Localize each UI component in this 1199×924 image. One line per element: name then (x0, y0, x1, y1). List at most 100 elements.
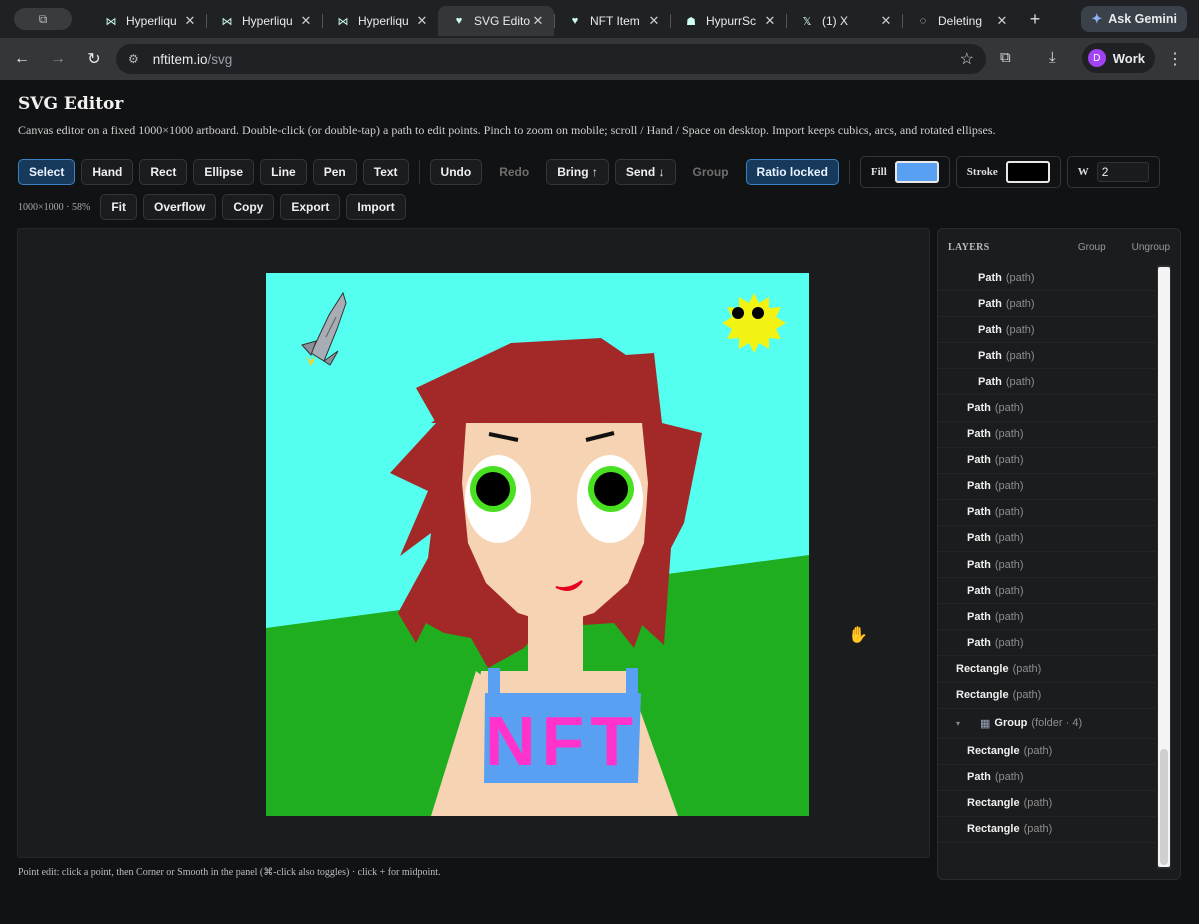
send-backward-button[interactable]: Send ↓ (614, 159, 676, 185)
copy-button[interactable]: Copy (222, 194, 275, 220)
layer-row[interactable]: Path (path) (938, 578, 1158, 605)
close-tab-icon[interactable]: ✕ (530, 13, 546, 29)
export-button[interactable]: Export (280, 194, 341, 220)
back-button[interactable]: ← (8, 45, 36, 73)
tool-select-button[interactable]: Select (18, 159, 76, 185)
layer-group-row[interactable]: ▾ ▦ Group (folder · 4) (938, 709, 1158, 739)
layers-ungroup-button[interactable]: Ungroup (1132, 242, 1170, 253)
layer-row[interactable]: Path (path) (938, 422, 1158, 448)
close-tab-icon[interactable]: ✕ (298, 13, 314, 29)
tool-hand-button[interactable]: Hand (81, 159, 134, 185)
browser-tab[interactable]: ♥ NFT Item ✕ (554, 6, 670, 36)
toolbar-divider (848, 160, 850, 184)
browser-tab[interactable]: ◌ Deleting ✕ (902, 6, 1018, 36)
layer-row[interactable]: Path (path) (938, 630, 1158, 657)
redo-button[interactable]: Redo (488, 159, 540, 185)
canvas-stage[interactable]: NFT ✋ (17, 228, 930, 858)
collapse-caret-icon[interactable]: ▾ (956, 719, 980, 728)
layer-row[interactable]: Rectangle (path) (938, 739, 1158, 765)
download-icon[interactable]: ⤓ (1049, 49, 1056, 66)
ratio-locked-button[interactable]: Ratio locked (745, 159, 839, 185)
group-button[interactable]: Group (682, 159, 740, 185)
tool-pen-button[interactable]: Pen (312, 159, 357, 185)
layer-row[interactable]: Path (path) (938, 474, 1158, 500)
layer-type: (path) (994, 454, 1024, 467)
extensions-icon[interactable]: ⧉ (1000, 49, 1011, 66)
layer-row[interactable]: Path (path) (938, 395, 1158, 422)
close-tab-icon[interactable]: ✕ (182, 13, 198, 29)
layer-row[interactable]: Path (path) (938, 500, 1158, 526)
left-pupil[interactable] (476, 472, 510, 506)
address-bar[interactable]: ⚙ nftitem.io/svg ☆ (116, 44, 986, 74)
tab-title: Hyperliqu (358, 14, 409, 28)
tab-title: SVG Edito (474, 14, 530, 28)
layer-row[interactable]: Path (path) (938, 526, 1158, 553)
layer-row[interactable]: Path (path) (938, 265, 1158, 292)
layer-list: Path (path) Path (path) Path (path) Path (path)… (938, 265, 1158, 843)
nft-badge-text[interactable]: NFT (485, 702, 639, 780)
reload-button[interactable]: ↻ (80, 45, 108, 73)
browser-tab-strip: ⧉ ⋈ Hyperliqu ✕ ⋈ Hyperliqu ✕ ⋈ Hyperliqu ✕ ♥ SVG … (0, 0, 1199, 38)
layer-row[interactable]: Path (path) (938, 765, 1158, 791)
tool-rect-button[interactable]: Rect (139, 159, 188, 185)
layer-row[interactable]: Rectangle (path) (938, 817, 1158, 843)
import-button[interactable]: Import (346, 194, 406, 220)
layer-row[interactable]: Path (path) (938, 552, 1158, 579)
right-pupil[interactable] (594, 472, 628, 506)
browser-tab[interactable]: ⋈ Hyperliqu ✕ (90, 6, 206, 36)
browser-tab[interactable]: ⋈ Hyperliqu ✕ (206, 6, 322, 36)
sun-eye-right[interactable] (752, 307, 764, 319)
fill-color-swatch[interactable] (894, 161, 939, 183)
close-tab-icon[interactable]: ✕ (646, 13, 662, 29)
layer-row[interactable]: Path (path) (938, 604, 1158, 631)
profile-avatar: D (1087, 49, 1106, 67)
browser-tab[interactable]: ☗ HypurrSc ✕ (670, 6, 786, 36)
bookmark-star-icon[interactable]: ☆ (960, 49, 974, 69)
forward-button[interactable]: → (44, 45, 72, 73)
close-tab-icon[interactable]: ✕ (762, 13, 778, 29)
site-settings-icon[interactable]: ⚙ (128, 52, 139, 66)
new-tab-button[interactable]: + (1022, 9, 1048, 30)
sun-eye-left[interactable] (732, 307, 744, 319)
undo-button[interactable]: Undo (429, 159, 483, 185)
profile-button[interactable]: D Work (1081, 43, 1155, 73)
layer-type: (path) (1005, 323, 1035, 336)
layer-name: Rectangle (967, 745, 1020, 758)
bring-forward-button[interactable]: Bring ↑ (546, 159, 609, 185)
browser-tab[interactable]: ♥ SVG Edito ✕ (438, 6, 554, 36)
layers-group-button[interactable]: Group (1078, 242, 1106, 253)
browser-tab[interactable]: ⋈ Hyperliqu ✕ (322, 6, 438, 36)
layers-panel: LAYERS Group Ungroup Path (path) Path (path… (937, 228, 1181, 880)
layer-row[interactable]: Rectangle (path) (938, 656, 1158, 683)
browser-menu-icon[interactable]: ⋮ (1167, 49, 1183, 69)
heart-icon: ♥ (455, 15, 463, 27)
artboard[interactable]: NFT (266, 273, 809, 816)
stroke-width-input[interactable] (1096, 162, 1149, 182)
tool-ellipse-button[interactable]: Ellipse (193, 159, 255, 185)
close-tab-icon[interactable]: ✕ (878, 13, 894, 29)
ask-gemini-button[interactable]: ✦ Ask Gemini (1081, 6, 1187, 32)
layer-type: (path) (1005, 271, 1035, 284)
stroke-color-swatch[interactable] (1005, 161, 1050, 183)
layers-scrollbar-thumb[interactable] (1160, 749, 1168, 865)
layer-row[interactable]: Path (path) (938, 369, 1158, 396)
layer-row[interactable]: Path (path) (938, 317, 1158, 344)
fit-button[interactable]: Fit (100, 194, 137, 220)
gemini-spark-icon: ✦ (1091, 11, 1103, 26)
tab-search-button[interactable]: ⧉ (14, 8, 72, 30)
overflow-button[interactable]: Overflow (142, 194, 217, 220)
layer-row[interactable]: Path (path) (938, 291, 1158, 318)
tool-text-button[interactable]: Text (362, 159, 409, 185)
layer-row[interactable]: Rectangle (path) (938, 791, 1158, 817)
layer-type: (path) (994, 584, 1024, 597)
browser-tab[interactable]: 𝕏 (1) X ✕ (786, 6, 902, 36)
layer-row[interactable]: Rectangle (path) (938, 683, 1158, 709)
tool-line-button[interactable]: Line (260, 159, 307, 185)
close-tab-icon[interactable]: ✕ (414, 13, 430, 29)
layer-row[interactable]: Path (path) (938, 448, 1158, 474)
close-tab-icon[interactable]: ✕ (994, 13, 1010, 29)
hyperliquid-icon: ⋈ (105, 15, 117, 28)
layer-type: (folder · 4) (1031, 717, 1083, 730)
layer-row[interactable]: Path (path) (938, 343, 1158, 370)
layer-name: Path (967, 428, 991, 441)
